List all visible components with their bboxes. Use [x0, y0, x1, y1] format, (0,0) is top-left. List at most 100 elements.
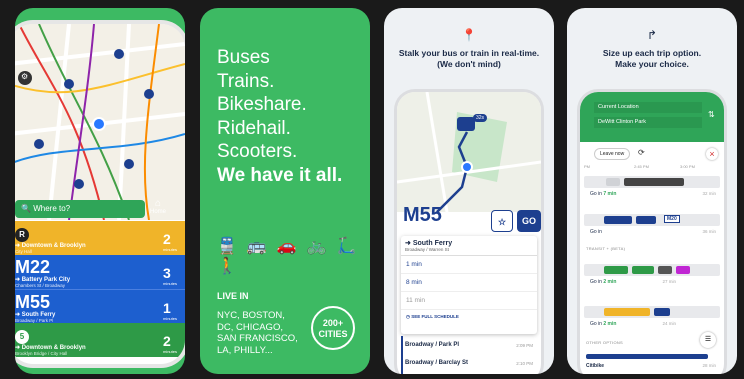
- screenshot-panel-3: 📍 Stalk your bus or train in real-time. …: [384, 8, 554, 374]
- transit-segment: [632, 266, 654, 274]
- transit-map[interactable]: ⚙: [15, 24, 185, 220]
- trip-option-bar[interactable]: M20: [584, 214, 720, 226]
- city-list: NYC, BOSTON, DC, CHICAGO, SAN FRANCISCO,…: [217, 310, 298, 356]
- screenshot-panel-2: Buses Trains. Bikeshare. Ridehail. Scoot…: [200, 8, 370, 374]
- clock-icon: ◷: [406, 314, 410, 319]
- section-label: TRANSIT + (BETA): [586, 246, 626, 251]
- route-card[interactable]: 5 ➜ Downtown & Brooklyn Brooklyn Bridge …: [15, 323, 185, 357]
- arrivals-card: ➜ South Ferry Broadway / Warren St 1 min…: [401, 236, 537, 334]
- arrival-time[interactable]: 8 min: [401, 274, 537, 292]
- time-tick: PM: [584, 164, 590, 169]
- phone-frame: 32s M55 ☆ GO ➜ South Ferry Broadway / Wa…: [397, 92, 541, 374]
- arrival-time[interactable]: 11 min: [401, 292, 537, 310]
- tagline: Buses Trains. Bikeshare. Ridehail. Scoot…: [217, 46, 342, 187]
- trip-duration: 27 min: [662, 279, 676, 284]
- route-minutes: 2: [162, 333, 171, 349]
- destination-field[interactable]: DeWitt Clinton Park: [594, 117, 702, 128]
- tagline-line: Buses: [217, 47, 270, 68]
- timeline-time: 2:10 PM: [516, 361, 533, 366]
- origin-field[interactable]: Current Location: [594, 102, 702, 113]
- transit-segment: [636, 216, 656, 224]
- leave-now-chip[interactable]: Leave now: [594, 148, 631, 160]
- section-label: OTHER OPTIONS: [586, 340, 624, 345]
- route-badge: R: [15, 228, 29, 242]
- trip-option-bar[interactable]: [584, 264, 720, 276]
- search-placeholder: Where to?: [33, 204, 71, 213]
- route-list: R ➜ Downtown & Brooklyn City Hall 2 minut…: [15, 221, 185, 357]
- citibike-duration: 28 min: [702, 363, 716, 368]
- minutes-label: minutes: [162, 316, 177, 321]
- citibike-label: Citibike: [586, 363, 605, 369]
- citibike-bar[interactable]: [586, 354, 708, 359]
- bike-segment: [654, 308, 670, 316]
- go-in-minutes: 2 min: [603, 321, 617, 327]
- see-schedule-link[interactable]: ◷ SEE FULL SCHEDULE: [401, 310, 537, 324]
- stop-address: Broadway / Warren St: [401, 247, 537, 256]
- bus-chip: 32s: [473, 114, 488, 122]
- gear-icon[interactable]: ⚙: [21, 72, 28, 81]
- search-icon: 🔍: [21, 204, 31, 213]
- transit-segment: [658, 266, 672, 274]
- live-map[interactable]: 32s: [397, 92, 541, 213]
- star-icon: ☆: [497, 217, 507, 227]
- go-in-minutes: 7 min: [603, 191, 617, 197]
- caption-line: Make your choice.: [615, 58, 689, 69]
- route-card[interactable]: M55 ➜ South Ferry Broadway / Park Pl 1 mi…: [15, 289, 185, 323]
- screenshot-panel-1: ⚙ 🔍 Where to? ⌂ Home R ➜ Downtown & Broo…: [15, 8, 185, 374]
- time-axis: PM 2:45 PM 3:00 PM: [584, 164, 720, 169]
- time-tick: 3:00 PM: [680, 164, 695, 169]
- city-line: NYC, BOSTON,: [217, 310, 285, 321]
- route-name: M55: [15, 292, 51, 312]
- transit-segment: [604, 308, 650, 316]
- route-badge: 5: [15, 330, 29, 344]
- favorite-button[interactable]: ☆: [491, 210, 513, 232]
- search-input[interactable]: 🔍 Where to?: [15, 200, 145, 218]
- city-line: DC, CHICAGO,: [217, 321, 283, 333]
- minutes-label: minutes: [162, 281, 177, 286]
- trip-option-label: Go in 2 min: [590, 321, 616, 327]
- arrow-icon: ➜: [405, 240, 411, 247]
- swap-icon[interactable]: ⇅: [708, 110, 715, 119]
- route-card[interactable]: R ➜ Downtown & Brooklyn City Hall 2 minut…: [15, 221, 185, 255]
- close-button[interactable]: ×: [706, 148, 718, 160]
- trip-option-bar[interactable]: [584, 306, 720, 318]
- caption: Size up each trip option. Make your choi…: [567, 48, 737, 69]
- route-card[interactable]: M22 ➜ Battery Park City Chambers St / Br…: [15, 255, 185, 289]
- transit-segment: [676, 266, 690, 274]
- city-line: LA, PHILLY...: [217, 344, 273, 356]
- cities-count: 200+: [322, 318, 344, 328]
- tagline-line: Scooters.: [217, 141, 298, 162]
- caption-line: Stalk your bus or train in real-time.: [398, 48, 540, 58]
- timeline-line: [401, 336, 403, 374]
- tagline-line: Bikeshare.: [217, 94, 307, 115]
- route-minutes: 3: [162, 265, 171, 281]
- trip-option-label: Go in 7 min: [590, 191, 616, 197]
- route-stop: Chambers St / Broadway: [15, 283, 66, 288]
- caption-line: (We don't mind): [437, 58, 501, 69]
- go-in-label: Go in: [590, 229, 602, 235]
- route-stop: City Hall: [15, 249, 32, 254]
- timeline-time: 2:09 PM: [516, 343, 533, 348]
- time-tick: 2:45 PM: [634, 164, 649, 169]
- phone-frame: Current Location DeWitt Clinton Park ⇅ L…: [580, 92, 724, 374]
- go-in-label: Go in: [590, 279, 602, 285]
- go-button[interactable]: GO: [517, 210, 541, 232]
- trip-option-label: Go in 2 min: [590, 279, 616, 285]
- home-button[interactable]: ⌂ Home: [147, 198, 169, 220]
- home-icon: ⌂: [154, 198, 162, 209]
- tagline-line: Ridehail.: [217, 117, 291, 139]
- trip-option-bar[interactable]: [584, 176, 720, 188]
- go-in-label: Go in: [590, 191, 602, 197]
- minutes-label: minutes: [162, 349, 177, 354]
- route-title: M55: [403, 204, 442, 226]
- transport-mode-icons: 🚆🚌🚗🚲🛴🚶: [217, 238, 367, 275]
- caption-line: Size up each trip option.: [602, 48, 702, 58]
- filter-button[interactable]: ☰: [700, 332, 716, 348]
- timeline-stop: Broadway / Barclay St: [405, 360, 469, 366]
- arrival-time[interactable]: 1 min: [401, 256, 537, 274]
- route-chip: M20: [664, 215, 680, 223]
- refresh-icon[interactable]: ⟳: [638, 148, 645, 157]
- trip-duration: 36 min: [702, 229, 716, 234]
- tagline-line: Trains.: [217, 70, 275, 92]
- trip-duration: 32 min: [702, 191, 716, 196]
